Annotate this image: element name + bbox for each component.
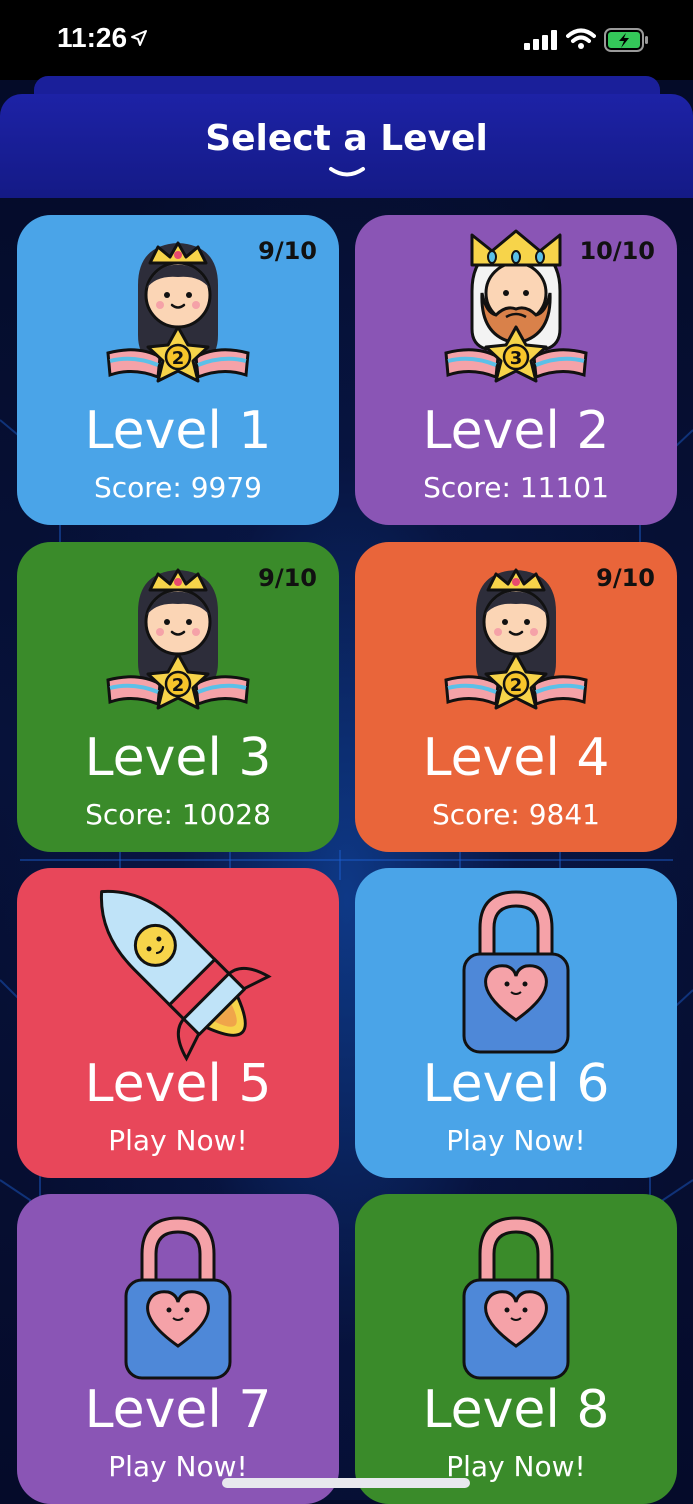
level-title: Level 6: [422, 1054, 610, 1114]
level-card-8[interactable]: Level 8 Play Now!: [355, 1194, 677, 1504]
svg-text:3: 3: [510, 348, 523, 369]
play-now-label: Play Now!: [108, 1124, 248, 1157]
status-time: 11:26: [57, 22, 128, 53]
page-title: Select a Level: [205, 118, 488, 159]
svg-text:2: 2: [172, 348, 185, 369]
level-card-7[interactable]: Level 7 Play Now!: [17, 1194, 339, 1504]
level-card-1[interactable]: 2 9/10 Level 1 Score: 9979: [17, 215, 339, 525]
level-title: Level 3: [84, 728, 272, 788]
level-score: Score: 10028: [85, 798, 271, 831]
play-now-label: Play Now!: [446, 1124, 586, 1157]
level-title: Level 7: [84, 1380, 272, 1440]
level-progress-badge: 10/10: [579, 237, 655, 265]
level-title: Level 4: [422, 728, 610, 788]
level-title: Level 1: [84, 401, 272, 461]
padlock-heart-icon: [462, 1216, 570, 1380]
padlock-heart-icon: [462, 890, 570, 1054]
level-card-5[interactable]: Level 5 Play Now!: [17, 868, 339, 1178]
level-progress-badge: 9/10: [258, 237, 317, 265]
level-progress-badge: 9/10: [258, 564, 317, 592]
level-title: Level 5: [84, 1054, 272, 1114]
level-score: Score: 11101: [423, 471, 609, 504]
chevron-down-icon[interactable]: [327, 166, 367, 180]
level-title: Level 8: [422, 1380, 610, 1440]
svg-text:2: 2: [172, 675, 185, 696]
svg-text:2: 2: [510, 675, 523, 696]
rocket-icon: [99, 889, 272, 1062]
level-card-2[interactable]: 3 10/10 Level 2 Score: 11101: [355, 215, 677, 525]
level-title: Level 2: [422, 401, 610, 461]
padlock-heart-icon: [124, 1216, 232, 1380]
home-indicator[interactable]: [222, 1478, 470, 1488]
level-score: Score: 9841: [431, 798, 600, 831]
location-arrow-icon: [131, 30, 147, 46]
battery-charging-icon: [604, 28, 648, 52]
level-progress-badge: 9/10: [596, 564, 655, 592]
level-card-4[interactable]: 2 9/10 Level 4 Score: 9841: [355, 542, 677, 852]
cellular-signal-icon: [524, 30, 557, 50]
level-score: Score: 9979: [93, 471, 262, 504]
wifi-icon: [566, 28, 596, 49]
level-card-6[interactable]: Level 6 Play Now!: [355, 868, 677, 1178]
status-bar: 11:26: [0, 0, 693, 80]
level-card-3[interactable]: 2 9/10 Level 3 Score: 10028: [17, 542, 339, 852]
